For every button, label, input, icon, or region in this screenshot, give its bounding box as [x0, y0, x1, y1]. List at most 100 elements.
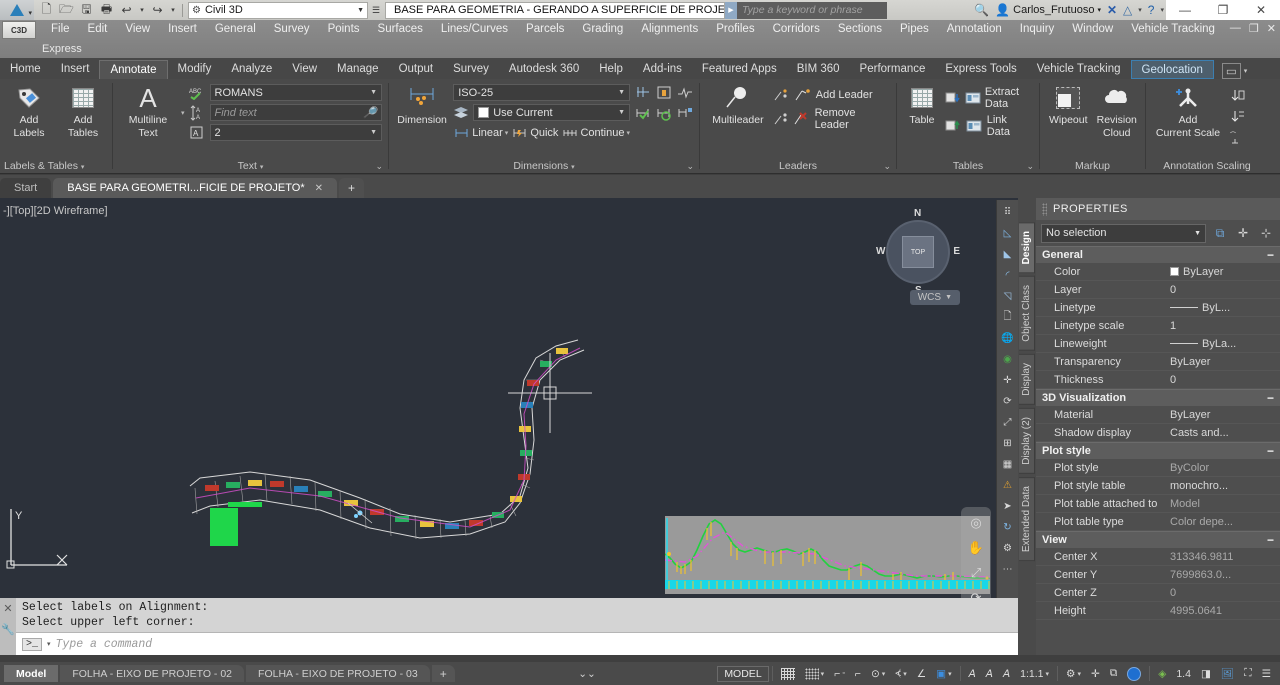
ribbon-tab-modify[interactable]: Modify [168, 60, 222, 79]
menu-item-points[interactable]: Points [319, 20, 369, 39]
dim-layer-combo[interactable]: Use Current ▼ [473, 104, 630, 121]
property-value[interactable]: Color depe... [1166, 516, 1280, 528]
plot-icon[interactable]: 🖶 [98, 2, 115, 19]
multileader-align-icon[interactable] [774, 86, 791, 103]
linear-dimension-button[interactable]: Linear ▾ [453, 124, 508, 141]
pickadd-icon[interactable]: ⊹ [1257, 224, 1275, 242]
open-icon[interactable]: 🗁 [58, 2, 75, 19]
menu-item-pipes[interactable]: Pipes [891, 20, 938, 39]
data-link-icon[interactable] [945, 118, 962, 135]
extract-data-icon[interactable] [965, 90, 981, 107]
arrow-tool-icon[interactable]: ➤ [999, 498, 1017, 514]
property-row[interactable]: Center Y 7699863.0... [1036, 566, 1280, 584]
selection-combo[interactable]: No selection ▼ [1041, 223, 1206, 243]
user-account-menu[interactable]: 👤 Carlos_Frutuoso ▾ [995, 3, 1101, 17]
quick-select-icon[interactable]: ⧉ [1211, 224, 1229, 242]
polar-tracking-icon[interactable]: ⊙ ▾ [866, 662, 890, 685]
property-row[interactable]: Plot style ByColor [1036, 459, 1280, 477]
panel-dialog-launcher-icon[interactable]: ⌄ [883, 159, 891, 174]
dim-style-combo[interactable]: ISO-25 ▼ [453, 84, 630, 101]
ribbon-tab-output[interactable]: Output [389, 60, 444, 79]
view-cube-north[interactable]: N [914, 208, 921, 219]
panel-title-text[interactable]: Text ▾ ⌄ [113, 159, 388, 174]
ribbon-tab-add-ins[interactable]: Add-ins [633, 60, 692, 79]
restore-button[interactable]: ❐ [1204, 0, 1242, 20]
menu-item-sections[interactable]: Sections [829, 20, 891, 39]
hardware-acceleration-icon[interactable] [1122, 662, 1146, 685]
isolate-objects-icon[interactable]: ⧉ [1105, 662, 1123, 685]
panel-dialog-launcher-icon[interactable]: ⌄ [375, 159, 383, 174]
dim-adjust-space-icon[interactable] [655, 84, 672, 101]
menu-item-express[interactable]: Express [42, 43, 82, 55]
dim-jogged-icon[interactable] [676, 84, 693, 101]
text-style-combo[interactable]: ROMANS ▼ [209, 84, 382, 101]
object-snap-angle-icon[interactable]: ∠ [912, 662, 931, 685]
ribbon-tab-annotate[interactable]: Annotate [99, 60, 168, 79]
delete-scale-icon[interactable] [1228, 107, 1245, 124]
property-row[interactable]: Material ByLayer [1036, 406, 1280, 424]
pan-icon[interactable]: ✋ [968, 540, 984, 556]
multiline-text-button[interactable]: A Multiline Text [119, 83, 177, 139]
fullscreen-icon[interactable]: ⛶ [1239, 662, 1256, 685]
property-value[interactable]: ByLayer [1166, 266, 1280, 278]
menu-item-general[interactable]: General [206, 20, 265, 39]
new-icon[interactable]: 🗋 [38, 2, 55, 19]
more-tools-icon[interactable]: ⋯ [999, 561, 1017, 577]
properties-tab-display-2-[interactable]: Display (2) [1019, 407, 1035, 474]
select-objects-icon[interactable]: ✛ [1234, 224, 1252, 242]
triangle-tool-icon[interactable]: ◹ [999, 288, 1017, 304]
exchange-app-icon[interactable]: ✕ [1107, 3, 1117, 17]
property-row[interactable]: Plot table attached to Model [1036, 495, 1280, 513]
lineweight-value[interactable]: 1.4 [1171, 662, 1196, 685]
dimension-button[interactable]: Dimension [395, 83, 449, 126]
ribbon-tab-autodesk-360[interactable]: Autodesk 360 [499, 60, 589, 79]
continue-dimension-button[interactable]: Continue ▾ [561, 124, 630, 141]
infer-constraints-icon[interactable]: ⌐ ▫ [829, 662, 850, 685]
auto-scale-icon[interactable]: 𝘈 [981, 662, 998, 685]
copy-tool-icon[interactable]: 🗋 [999, 309, 1017, 325]
property-row[interactable]: Linetype ByL... [1036, 299, 1280, 317]
model-space-toggle[interactable]: MODEL [717, 665, 769, 682]
orbit-icon[interactable]: ⟳ [971, 590, 982, 598]
property-row[interactable]: Center Z 0 [1036, 584, 1280, 602]
view-cube[interactable]: TOP N S E W [876, 208, 960, 296]
property-value[interactable]: ByLa... [1166, 338, 1280, 350]
command-input[interactable]: Type a command [56, 638, 153, 651]
customize-icon[interactable]: 🔧 [1, 623, 15, 636]
zoom-extents-icon[interactable]: ⤢ [971, 565, 981, 581]
menu-item-surfaces[interactable]: Surfaces [369, 20, 432, 39]
ribbon-tab-view[interactable]: View [282, 60, 327, 79]
collapse-icon[interactable]: − [1267, 533, 1274, 547]
isometric-drafting-icon[interactable]: ⦓ ▾ [890, 662, 911, 685]
ribbon-tab-survey[interactable]: Survey [443, 60, 499, 79]
close-icon[interactable]: ✕ [3, 602, 12, 615]
chevron-down-icon[interactable]: ▾ [571, 164, 575, 171]
add-current-scale-button[interactable]: Add Current Scale [1152, 83, 1224, 139]
properties-tab-extended-data[interactable]: Extended Data [1019, 476, 1035, 561]
menu-item-view[interactable]: View [116, 20, 159, 39]
view-cube-east[interactable]: E [953, 246, 960, 257]
drawing-canvas[interactable]: -][Top][2D Wireframe] ◎ ✋ ⤢ ⟳ TOP N E W … [0, 198, 1018, 598]
dim-break-icon[interactable] [634, 84, 651, 101]
ribbon-camera-icon[interactable]: ▭ ▾ [1221, 63, 1247, 79]
panel-dialog-launcher-icon[interactable]: ⌄ [686, 159, 694, 174]
redo-icon[interactable]: ↪ [149, 2, 166, 19]
ribbon-tab-manage[interactable]: Manage [327, 60, 389, 79]
add-leader-icon[interactable] [795, 86, 812, 103]
chevron-down-icon[interactable]: ▾ [81, 164, 85, 171]
dim-inspect-icon[interactable] [634, 105, 651, 122]
find-replace-icon[interactable]: 🔎 [363, 106, 377, 119]
property-value[interactable]: 0 [1166, 284, 1280, 296]
property-row[interactable]: Center X 313346.9811 [1036, 548, 1280, 566]
chevron-down-icon[interactable]: ▾ [505, 129, 509, 137]
chevron-down-icon[interactable]: ▼ [945, 294, 952, 301]
menu-item-vehicle-tracking[interactable]: Vehicle Tracking [1122, 20, 1224, 39]
toolbar-grip-icon[interactable]: ⠿ [999, 204, 1017, 220]
menu-item-parcels[interactable]: Parcels [517, 20, 573, 39]
workspace-selector[interactable]: ⚙ Civil 3D ▼ [188, 1, 368, 19]
property-row[interactable]: Thickness 0 [1036, 371, 1280, 389]
layout-tab-1[interactable]: FOLHA - EIXO DE PROJETO - 02 [60, 665, 245, 682]
property-value[interactable]: ByLayer [1166, 356, 1280, 368]
clean-screen-icon[interactable]: ◨ [1196, 662, 1216, 685]
menu-item-grading[interactable]: Grading [573, 20, 632, 39]
